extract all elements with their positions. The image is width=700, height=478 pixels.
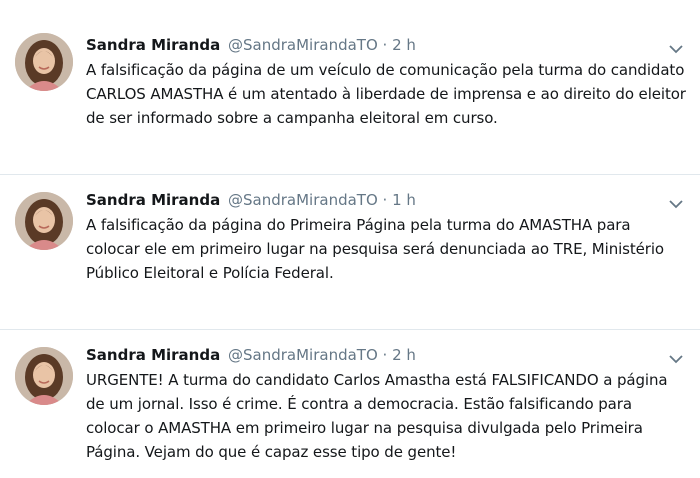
chevron-down-icon[interactable] (668, 40, 684, 54)
tweet-text: URGENTE! A turma do candidato Carlos Ama… (86, 371, 668, 461)
separator: · (382, 191, 388, 209)
avatar[interactable] (15, 33, 73, 91)
avatar[interactable] (15, 347, 73, 405)
tweet-header: Sandra Miranda @SandraMirandaTO · 1 h (86, 190, 416, 210)
timestamp[interactable]: 1 h (392, 191, 416, 209)
tweet[interactable]: Sandra Miranda @SandraMirandaTO · 2 h UR… (0, 330, 700, 478)
tweet[interactable]: Sandra Miranda @SandraMirandaTO · 1 h A … (0, 175, 700, 330)
author-name[interactable]: Sandra Miranda (86, 191, 220, 209)
avatar[interactable] (15, 192, 73, 250)
timestamp[interactable]: 2 h (392, 346, 416, 364)
separator: · (382, 346, 388, 364)
author-name[interactable]: Sandra Miranda (86, 36, 220, 54)
tweet-feed: Sandra Miranda @SandraMirandaTO · 2 h A … (0, 0, 700, 478)
tweet-header: Sandra Miranda @SandraMirandaTO · 2 h (86, 345, 416, 365)
chevron-down-icon[interactable] (668, 350, 684, 364)
tweet[interactable]: Sandra Miranda @SandraMirandaTO · 2 h A … (0, 0, 700, 175)
tweet-header: Sandra Miranda @SandraMirandaTO · 2 h (86, 35, 416, 55)
timestamp[interactable]: 2 h (392, 36, 416, 54)
separator: · (382, 36, 388, 54)
tweet-text: A falsificação da página do Primeira Pág… (86, 216, 665, 282)
author-name[interactable]: Sandra Miranda (86, 346, 220, 364)
tweet-text: A falsificação da página de um veículo d… (86, 61, 686, 127)
author-handle[interactable]: @SandraMirandaTO (228, 191, 378, 209)
chevron-down-icon[interactable] (668, 195, 684, 209)
author-handle[interactable]: @SandraMirandaTO (228, 346, 378, 364)
author-handle[interactable]: @SandraMirandaTO (228, 36, 378, 54)
